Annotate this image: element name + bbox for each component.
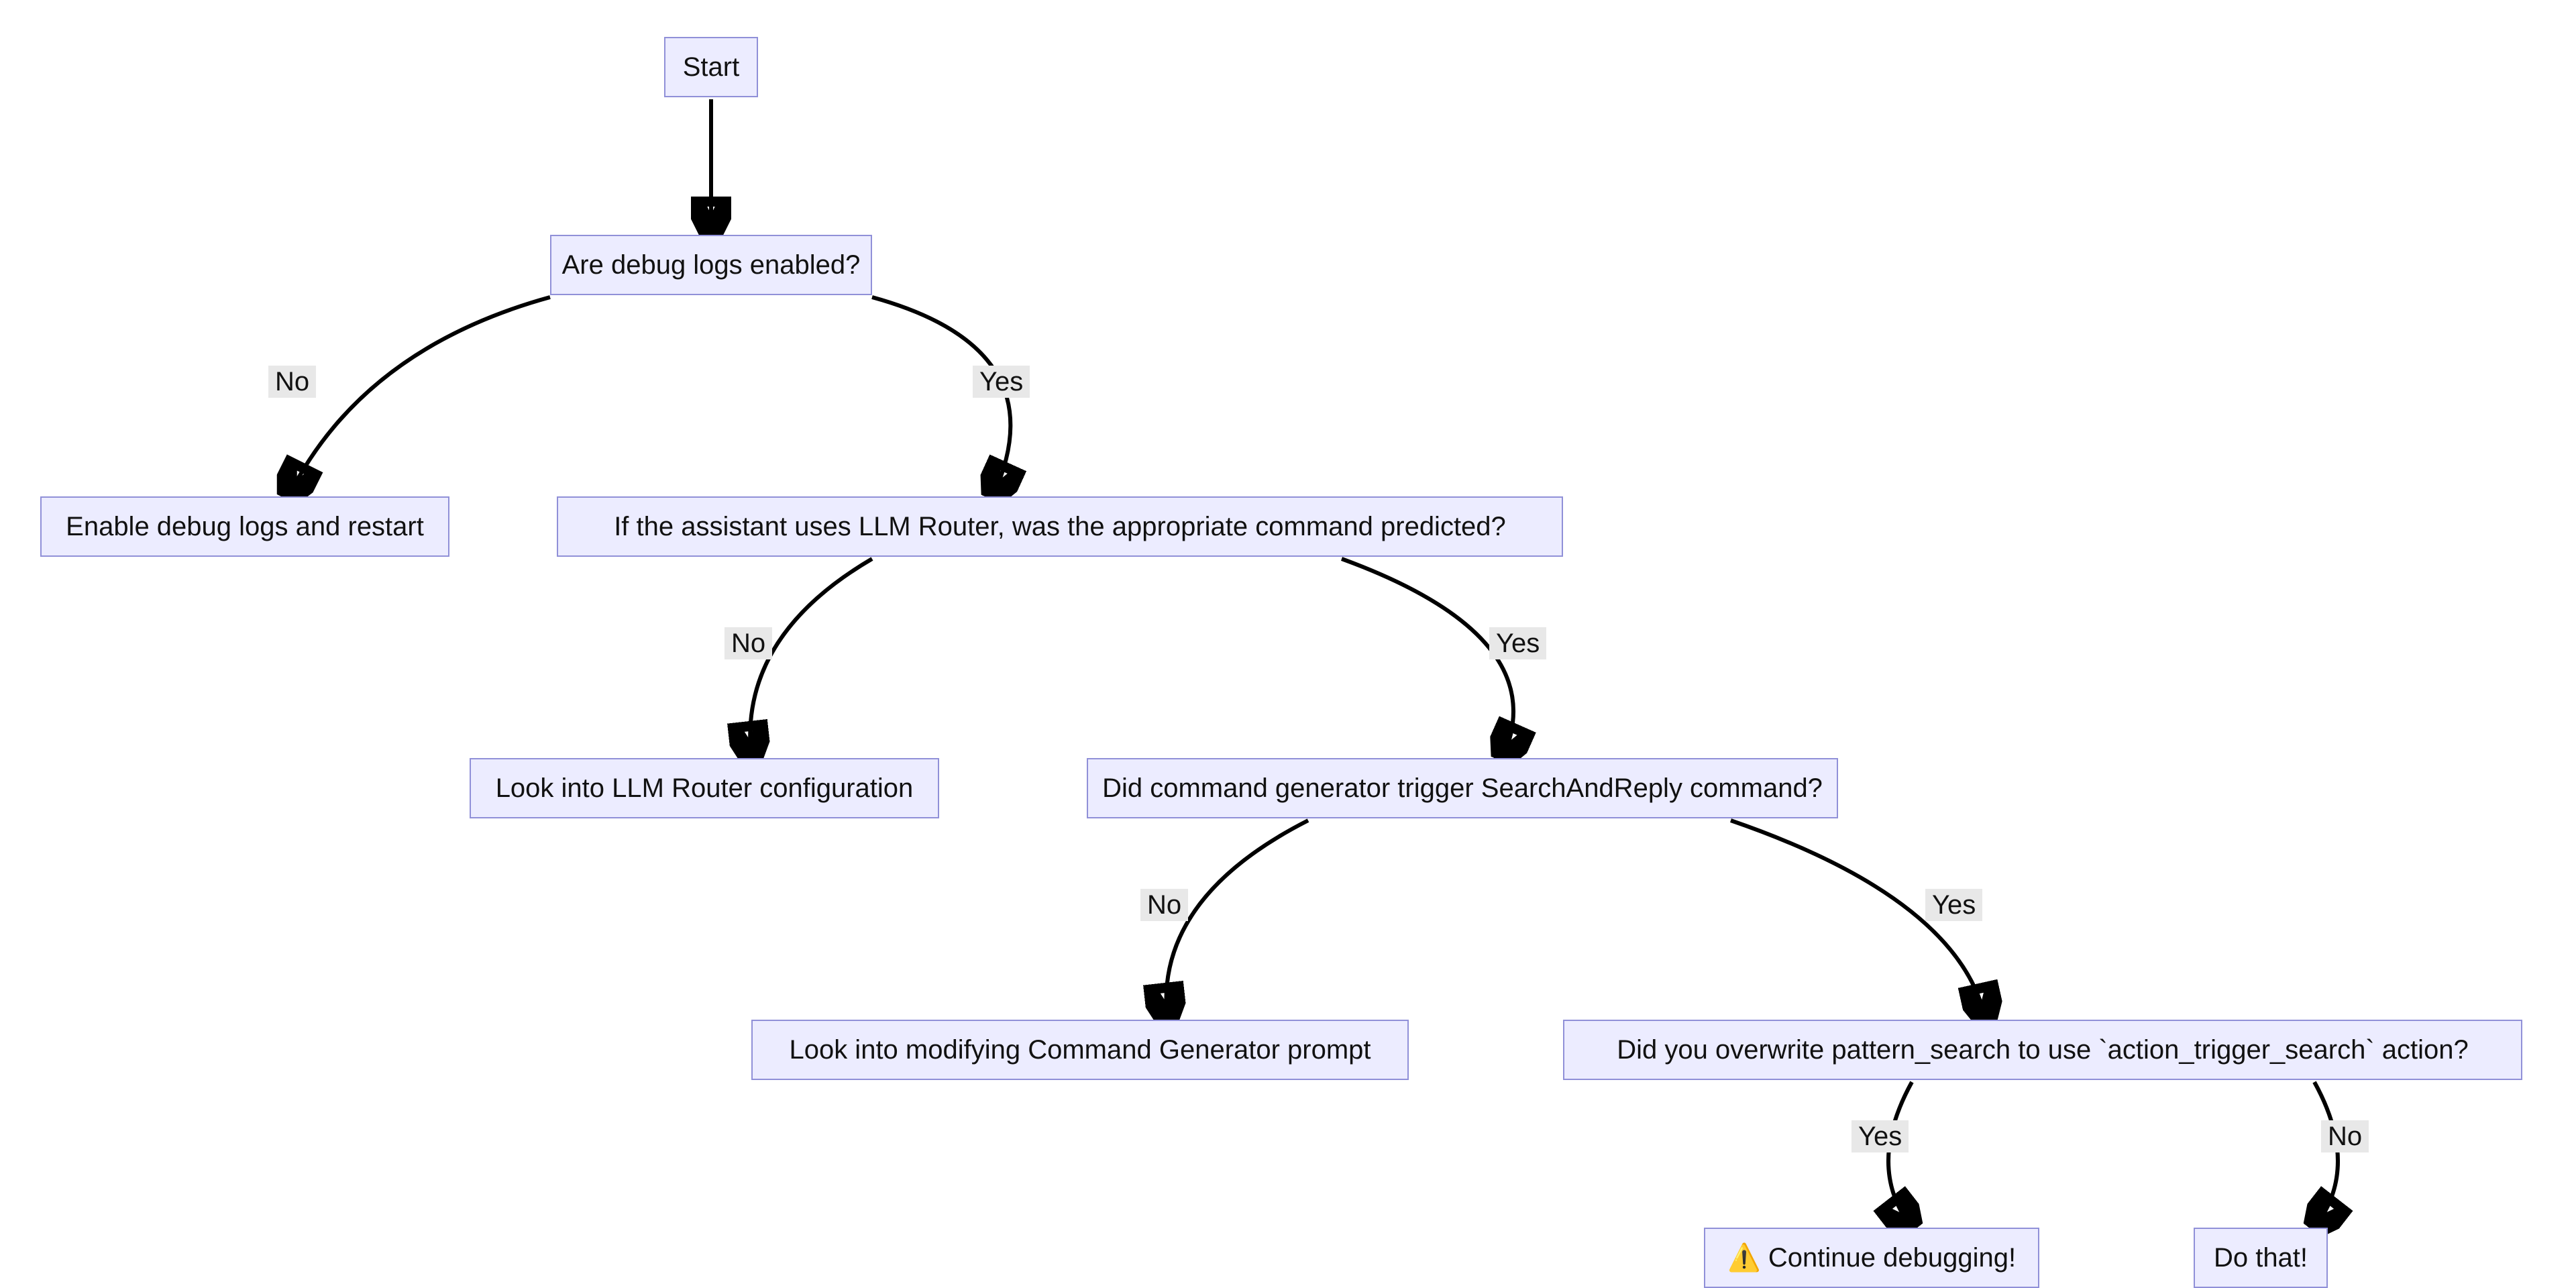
node-a-cmdgen: Look into modifying Command Generator pr… [751,1020,1409,1080]
node-q-cmdgen: Did command generator trigger SearchAndR… [1087,758,1838,818]
node-q-pattern: Did you overwrite pattern_search to use … [1563,1020,2522,1080]
edge-label-pattern-no: No [2321,1120,2369,1152]
node-a-router: Look into LLM Router configuration [470,758,939,818]
edge-label-router-yes: Yes [1489,627,1546,659]
edge-label-cmdgen-yes: Yes [1925,889,1982,921]
edge-label-debug-yes: Yes [973,366,1030,398]
edge-router-yes [1342,559,1513,758]
edge-pattern-yes [1888,1082,1912,1228]
edge-debug-no [288,297,550,496]
edge-pattern-no [2314,1082,2338,1228]
edge-label-cmdgen-no: No [1140,889,1188,921]
node-a-enable: Enable debug logs and restart [40,496,449,557]
flowchart-canvas: Start Are debug logs enabled? Enable deb… [0,0,2576,1280]
node-a-continue: ⚠️ Continue debugging! [1704,1228,2039,1288]
node-start: Start [664,37,758,97]
node-q-debug: Are debug logs enabled? [550,235,872,295]
node-a-dothat: Do that! [2194,1228,2328,1288]
edges-layer [0,0,2576,1280]
edge-label-pattern-yes: Yes [1851,1120,1909,1152]
edge-label-debug-no: No [268,366,316,398]
node-q-router: If the assistant uses LLM Router, was th… [557,496,1563,557]
edge-label-router-no: No [724,627,772,659]
